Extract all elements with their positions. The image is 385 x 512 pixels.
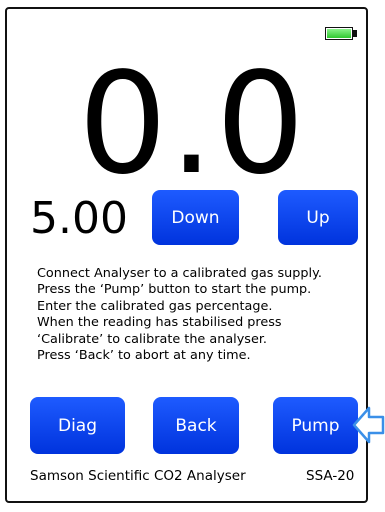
instruction-line: When the reading has stabilised press: [37, 315, 282, 331]
down-button[interactable]: Down: [152, 190, 239, 245]
up-button[interactable]: Up: [278, 190, 358, 245]
instruction-line: Connect Analyser to a calibrated gas sup…: [37, 266, 322, 281]
pointer-arrow-icon: [352, 406, 385, 444]
product-name: Samson Scientific CO2 Analyser: [30, 468, 246, 484]
instruction-line: ‘Calibrate’ to calibrate the analyser.: [37, 331, 267, 347]
instruction-line: Enter the calibrated gas percentage.: [37, 298, 273, 314]
back-button[interactable]: Back: [153, 397, 239, 454]
gas-reading: 0.0: [78, 43, 307, 206]
instructions-text: Connect Analyser to a calibrated gas sup…: [37, 266, 367, 364]
instruction-line: Press ‘Back’ to abort at any time.: [37, 348, 251, 364]
calibration-value: 5.00: [30, 193, 128, 244]
instruction-line: Press the ‘Pump’ button to start the pum…: [37, 282, 312, 298]
diag-button[interactable]: Diag: [30, 397, 125, 454]
model-number: SSA-20: [306, 468, 355, 484]
battery-level-fill: [327, 29, 351, 38]
battery-tip: [353, 30, 357, 37]
pump-button[interactable]: Pump: [273, 397, 358, 454]
battery-icon: [325, 27, 353, 40]
